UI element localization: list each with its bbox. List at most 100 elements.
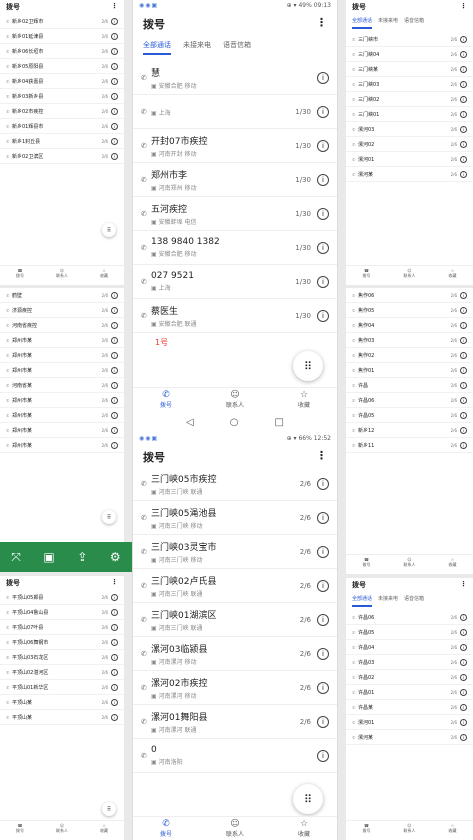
info-icon[interactable]: i [111,713,118,721]
call-log-row[interactable]: ✆ 慧 ▣ 安徽合肥 移动 i [133,61,337,95]
info-icon[interactable]: i [460,411,467,419]
more-icon[interactable]: ⋮ [316,449,327,465]
call-log-row[interactable]: ✆ 郑州市李 ▣ 河南郑州 移动 1/30 i [133,163,337,197]
call-log-row[interactable]: ✆ 郑州市某 2/6 i [0,438,124,453]
call-log-row[interactable]: ✆ 漯河03 2/6 i [346,122,473,137]
recents-icon[interactable]: □ [274,417,283,428]
call-log-row[interactable]: ✆ 三门峡03 2/6 i [346,77,473,92]
call-log-row[interactable]: ✆ 五河疾控 ▣ 安徽蚌埠 电信 1/30 i [133,197,337,231]
call-log-row[interactable]: ✆ 许昌04 2/6 i [346,640,473,655]
call-log-row[interactable]: ✆ 新乡02市疾控 2/6 i [0,104,124,119]
info-icon[interactable]: i [111,32,118,40]
call-log-row[interactable]: ✆ 平顶山01新华区 2/6 i [0,680,124,695]
call-log-row[interactable]: ✆ 平顶山07叶县 2/6 i [0,620,124,635]
call-log-row[interactable]: ✆ 许昌某 2/6 i [346,700,473,715]
info-icon[interactable]: i [111,137,118,145]
crop-icon[interactable]: ⤧ [11,550,21,565]
info-icon[interactable]: i [460,65,467,73]
tab-voicemail[interactable]: 语音信箱 [223,40,251,55]
call-log-row[interactable]: ✆ 漯河某 2/6 i [346,167,473,182]
info-icon[interactable]: i [111,92,118,100]
call-log-row[interactable]: ✆ 焦作06 2/6 i [346,288,473,303]
info-icon[interactable]: i [111,396,118,404]
info-icon[interactable]: i [460,688,467,696]
info-icon[interactable]: i [460,441,467,449]
call-log-row[interactable]: ✆ 漯河02 2/6 i [346,137,473,152]
call-log-row[interactable]: ✆ 三门峡市 2/6 i [346,32,473,47]
call-log-row[interactable]: ✆ 漯河某 2/6 i [346,730,473,745]
nav-favorites[interactable]: ☆ 收藏 [298,819,310,840]
save-icon[interactable]: ▣ [43,550,54,564]
info-icon[interactable]: i [111,683,118,691]
info-icon[interactable]: i [460,673,467,681]
call-log-row[interactable]: ✆ 郑州市某 2/6 i [0,393,124,408]
call-log-row[interactable]: ✆ 济源疾控 2/6 i [0,303,124,318]
call-log-row[interactable]: ✆ 蔡医生 ▣ 安徽合肥 联通 1/30 i [133,299,337,333]
call-log-row[interactable]: ✆ 漯河02市疾控 ▣ 河南漯河 移动 2/6 i [133,671,337,705]
info-icon[interactable]: i [111,366,118,374]
call-log-row[interactable]: ✆ 0 ▣ 河南洛阳 i [133,739,337,773]
call-log-row[interactable]: ✆ 平顶山06舞钢市 2/6 i [0,635,124,650]
call-log-row[interactable]: ✆ 平顶山05郏县 2/6 i [0,590,124,605]
info-icon[interactable]: i [317,545,329,558]
call-log-row[interactable]: ✆ 027 9521 ▣ 上海 1/30 i [133,265,337,299]
call-log-row[interactable]: ✆ 平顶山04鲁山县 2/6 i [0,605,124,620]
info-icon[interactable]: i [460,321,467,329]
call-log-row[interactable]: ✆ 开封07市疾控 ▣ 河南开封 移动 1/30 i [133,129,337,163]
dialpad-fab[interactable]: ⠿ [102,802,116,816]
call-log-row[interactable]: ✆ 许昌06 2/6 i [346,393,473,408]
info-icon[interactable]: i [460,396,467,404]
info-icon[interactable]: i [460,643,467,651]
call-log-row[interactable]: ✆ 新乡06长垣市 2/6 i [0,44,124,59]
info-icon[interactable]: i [111,152,118,160]
call-log-row[interactable]: ✆ 三门峡某 2/6 i [346,62,473,77]
info-icon[interactable]: i [317,579,329,592]
info-icon[interactable]: i [460,426,467,434]
call-log-row[interactable]: ✆ 三门峡03灵宝市 ▣ 河南三门峡 移动 2/6 i [133,535,337,569]
info-icon[interactable]: i [111,122,118,130]
call-log-row[interactable]: ✆ 焦作03 2/6 i [346,333,473,348]
call-log-row[interactable]: ✆ 新乡02卫滨区 2/6 i [0,149,124,164]
info-icon[interactable]: i [111,623,118,631]
info-icon[interactable]: i [460,110,467,118]
info-icon[interactable]: i [460,170,467,178]
call-log-row[interactable]: ✆ 郑州市某 2/6 i [0,423,124,438]
info-icon[interactable]: i [460,155,467,163]
call-log-row[interactable]: ✆ 许昌02 2/6 i [346,670,473,685]
call-log-row[interactable]: ✆ 许昌05 2/6 i [346,408,473,423]
info-icon[interactable]: i [460,306,467,314]
call-log-row[interactable]: ✆ 鹤壁 2/6 i [0,288,124,303]
info-icon[interactable]: i [460,95,467,103]
info-icon[interactable]: i [460,703,467,711]
call-log-row[interactable]: ✆ 平顶山某 2/6 i [0,695,124,710]
dialpad-fab[interactable]: ⠿ [293,784,323,814]
info-icon[interactable]: i [317,715,329,728]
call-log-row[interactable]: ✆ 河南省某 2/6 i [0,378,124,393]
nav-dialer[interactable]: ✆ 拨号 [160,819,172,840]
call-log-row[interactable]: ✆ 新乡05原阳县 2/6 i [0,59,124,74]
info-icon[interactable]: i [460,80,467,88]
info-icon[interactable]: i [460,733,467,741]
info-icon[interactable]: i [111,426,118,434]
info-icon[interactable]: i [317,647,329,660]
info-icon[interactable]: i [111,62,118,70]
info-icon[interactable]: i [111,291,118,299]
call-log-row[interactable]: ✆ 许昌06 2/6 i [346,610,473,625]
info-icon[interactable]: i [111,47,118,55]
call-log-row[interactable]: ✆ 焦作04 2/6 i [346,318,473,333]
info-icon[interactable]: i [460,351,467,359]
info-icon[interactable]: i [111,441,118,449]
call-log-row[interactable]: ✆ 三门峡05渑池县 ▣ 河南三门峡 移动 2/6 i [133,501,337,535]
info-icon[interactable]: i [460,628,467,636]
info-icon[interactable]: i [111,653,118,661]
call-log-row[interactable]: ✆ 三门峡04 2/6 i [346,47,473,62]
info-icon[interactable]: i [111,698,118,706]
info-icon[interactable]: i [111,351,118,359]
call-log-row[interactable]: ✆ 焦作01 2/6 i [346,363,473,378]
info-icon[interactable]: i [111,608,118,616]
call-log-row[interactable]: ✆ 三门峡02卢氏县 ▣ 河南三门峡 联通 2/6 i [133,569,337,603]
call-log-row[interactable]: ✆ 新乡03新乡县 2/6 i [0,89,124,104]
info-icon[interactable]: i [460,50,467,58]
call-log-row[interactable]: ✆ 三门峡05市疾控 ▣ 河南三门峡 联通 2/6 i [133,467,337,501]
call-log-row[interactable]: ✆ 许昌 2/6 i [346,378,473,393]
